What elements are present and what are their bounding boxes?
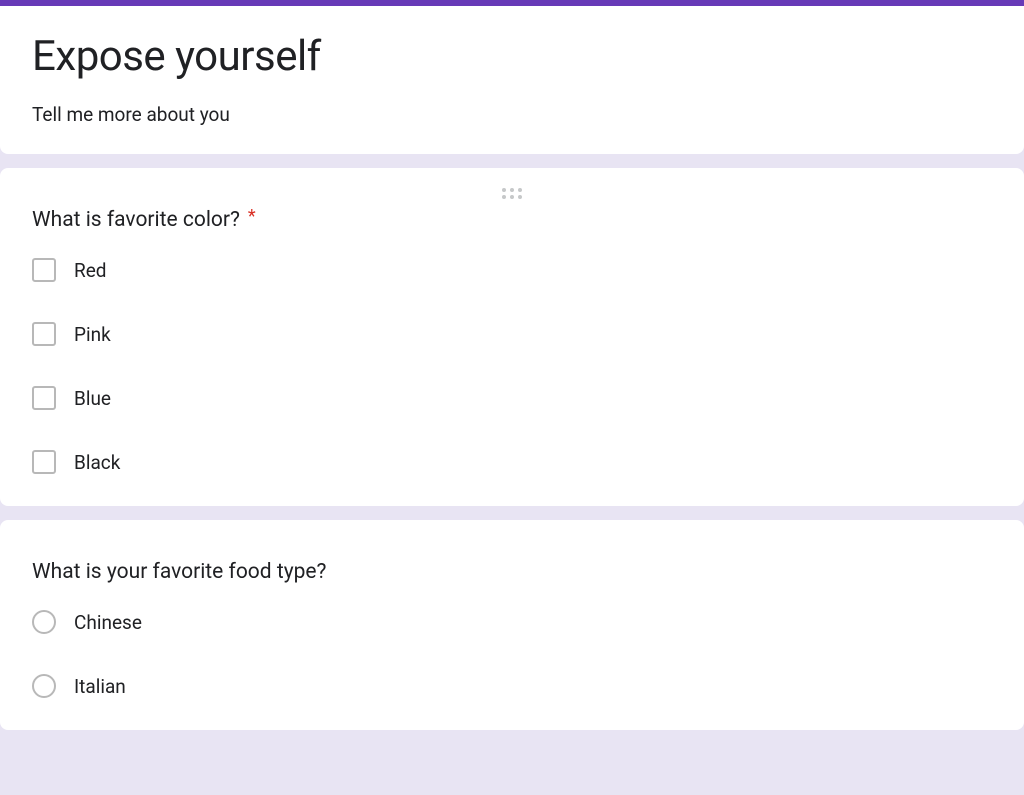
checkbox-input[interactable] bbox=[32, 386, 56, 410]
option-label: Red bbox=[74, 259, 107, 282]
option-label: Black bbox=[74, 451, 120, 474]
checkbox-option-row[interactable]: Red bbox=[32, 258, 992, 282]
options-list: Red Pink Blue Black bbox=[32, 258, 992, 474]
checkbox-option-row[interactable]: Black bbox=[32, 450, 992, 474]
option-label: Pink bbox=[74, 323, 111, 346]
question-card-color: What is favorite color? * Red Pink Blue … bbox=[0, 168, 1024, 506]
checkbox-input[interactable] bbox=[32, 322, 56, 346]
form-header-card: Expose yourself Tell me more about you bbox=[0, 0, 1024, 154]
form-container: Expose yourself Tell me more about you W… bbox=[0, 0, 1024, 730]
radio-input[interactable] bbox=[32, 674, 56, 698]
radio-option-row[interactable]: Chinese bbox=[32, 610, 992, 634]
radio-option-row[interactable]: Italian bbox=[32, 674, 992, 698]
checkbox-input[interactable] bbox=[32, 258, 56, 282]
option-label: Blue bbox=[74, 387, 111, 410]
radio-input[interactable] bbox=[32, 610, 56, 634]
checkbox-option-row[interactable]: Pink bbox=[32, 322, 992, 346]
option-label: Italian bbox=[74, 675, 126, 698]
question-title: What is favorite color? bbox=[32, 208, 240, 232]
question-card-food: What is your favorite food type? Chinese… bbox=[0, 520, 1024, 730]
drag-handle-icon[interactable] bbox=[32, 188, 992, 202]
form-description: Tell me more about you bbox=[32, 103, 992, 126]
form-title: Expose yourself bbox=[32, 32, 992, 81]
option-label: Chinese bbox=[74, 611, 142, 634]
checkbox-option-row[interactable]: Blue bbox=[32, 386, 992, 410]
required-asterisk-icon: * bbox=[248, 206, 256, 227]
options-list: Chinese Italian bbox=[32, 610, 992, 698]
checkbox-input[interactable] bbox=[32, 450, 56, 474]
question-title: What is your favorite food type? bbox=[32, 560, 326, 584]
